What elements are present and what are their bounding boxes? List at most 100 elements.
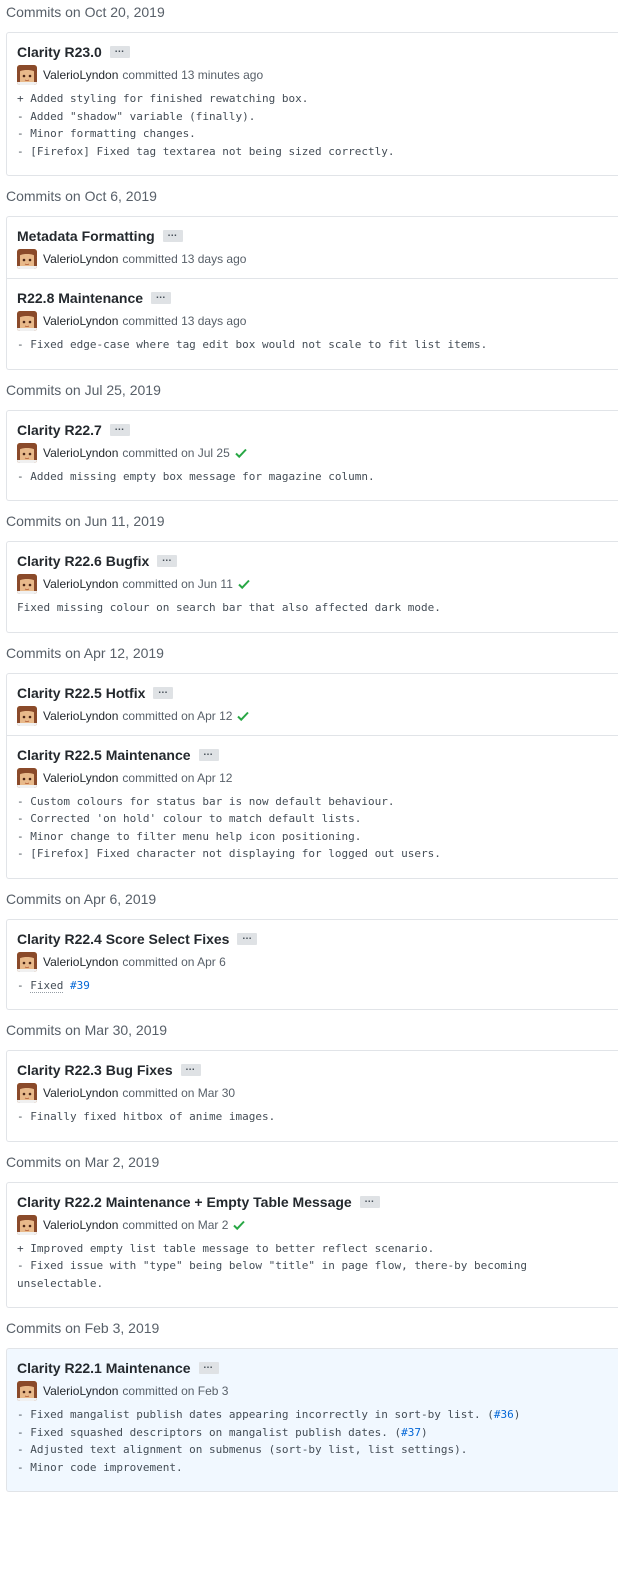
group-date-header: Commits on Oct 20, 2019 [6, 4, 165, 20]
expand-message-button[interactable]: … [198, 747, 219, 761]
author-link[interactable]: ValerioLyndon [43, 252, 118, 266]
commit-title-link[interactable]: Metadata Formatting [17, 228, 155, 244]
commit-description: - Fixed edge-case where tag edit box wou… [17, 338, 488, 351]
author-link[interactable]: ValerioLyndon [43, 314, 118, 328]
commit-meta: ValerioLyndon committed on Jul 25 [17, 442, 616, 464]
expand-message-button[interactable]: … [198, 1361, 219, 1374]
commit-item: Clarity R22.4 Score Select Fixes … Valerio… [7, 920, 618, 1010]
author-link[interactable]: ValerioLyndon [43, 1086, 118, 1100]
check-icon[interactable] [235, 447, 247, 459]
commit-title-link[interactable]: Clarity R22.5 Maintenance [17, 747, 191, 763]
commit-meta: ValerioLyndon committed 13 days ago [17, 310, 616, 332]
author-link[interactable]: ValerioLyndon [43, 771, 118, 785]
commit-meta: ValerioLyndon committed on Apr 12 [17, 705, 616, 727]
commit-title-row: Clarity R22.7 … [17, 420, 616, 440]
commit-title-link[interactable]: Clarity R22.1 Maintenance [17, 1360, 191, 1376]
commit-title-link[interactable]: Clarity R22.3 Bug Fixes [17, 1062, 173, 1078]
expand-message-button[interactable]: … [109, 45, 130, 58]
description-text [63, 979, 70, 992]
commit-title-link[interactable]: Clarity R22.6 Bugfix [17, 553, 149, 569]
author-link[interactable]: ValerioLyndon [43, 446, 118, 460]
commit-description: - Custom colours for status bar is now d… [17, 794, 441, 861]
group-date-header: Commits on Feb 3, 2019 [6, 1320, 160, 1336]
issue-link[interactable]: #37 [401, 1426, 421, 1439]
commit-title-link[interactable]: Clarity R22.7 [17, 422, 102, 438]
avatar[interactable] [17, 249, 37, 269]
issue-link[interactable]: #36 [494, 1408, 514, 1421]
commit-list-box: Clarity R22.1 Maintenance … ValerioLyndon c… [6, 1348, 618, 1492]
commit-group: Commits on Feb 3, 2019 Clarity R22.1 Main… [0, 1316, 618, 1492]
commit-item: Clarity R22.5 Maintenance … ValerioLyndon c… [7, 734, 618, 878]
commit-time: committed 13 minutes ago [122, 68, 264, 82]
commit-meta: ValerioLyndon committed on Apr 6 [17, 951, 616, 973]
commit-group: Commits on Oct 6, 2019 Metadata Formattin… [0, 184, 618, 370]
author-link[interactable]: ValerioLyndon [43, 1218, 118, 1232]
commit-list-box: Clarity R23.0 … ValerioLyndon committed 13 … [6, 32, 618, 176]
group-date-header: Commits on Oct 6, 2019 [6, 188, 157, 204]
expand-message-button[interactable]: … [359, 1194, 380, 1208]
author-link[interactable]: ValerioLyndon [43, 68, 118, 82]
author-link[interactable]: ValerioLyndon [43, 1384, 118, 1398]
issue-link[interactable]: #39 [70, 979, 90, 992]
commit-list-box: Metadata Formatting … ValerioLyndon committ… [6, 216, 618, 370]
check-icon[interactable] [237, 710, 250, 722]
commit-item: Clarity R22.6 Bugfix … ValerioLyndon commit… [7, 542, 618, 632]
avatar[interactable] [17, 442, 37, 463]
commit-time: committed on Apr 12 [122, 708, 233, 723]
description-text: - Adjusted text alignment on submenus (s… [17, 1443, 468, 1456]
author-link[interactable]: ValerioLyndon [43, 577, 118, 591]
commit-description: + Improved empty list table message to b… [17, 1241, 527, 1290]
description-text: Fixed [30, 978, 64, 993]
commit-item: Clarity R22.1 Maintenance … ValerioLyndon c… [7, 1349, 618, 1491]
commit-title-link[interactable]: Clarity R23.0 [17, 44, 102, 60]
commit-group: Commits on Oct 20, 2019 Clarity R23.0 … Val… [0, 0, 618, 176]
commit-title-link[interactable]: Clarity R22.2 Maintenance + Empty Table … [17, 1194, 352, 1210]
commit-description: - Added missing empty box message for ma… [17, 469, 375, 483]
expand-message-button[interactable]: … [162, 229, 183, 242]
avatar[interactable] [17, 951, 37, 972]
commit-group: Commits on Jun 11, 2019 Clarity R22.6 Bug… [0, 509, 618, 633]
commit-title-link[interactable]: R22.8 Maintenance [17, 290, 143, 306]
commit-item: Clarity R23.0 … ValerioLyndon committed 13 … [7, 33, 618, 175]
commit-list-box: Clarity R22.6 Bugfix … ValerioLyndon commit… [6, 541, 618, 633]
commit-title-row: Metadata Formatting … [17, 226, 616, 246]
commit-meta: ValerioLyndon committed 13 days ago [17, 248, 616, 270]
check-icon[interactable] [233, 1219, 246, 1231]
avatar[interactable] [17, 65, 37, 85]
avatar[interactable] [17, 311, 37, 331]
avatar[interactable] [17, 574, 37, 594]
expand-message-button[interactable]: … [157, 554, 178, 567]
commit-meta: ValerioLyndon committed on Mar 2 [17, 1214, 616, 1236]
commit-title-link[interactable]: Clarity R22.5 Hotfix [17, 685, 145, 701]
commit-description: - Fixed #39 [17, 977, 616, 995]
check-icon[interactable] [238, 578, 250, 590]
expand-message-button[interactable]: … [180, 1063, 201, 1076]
description-text: - Fixed squashed descriptors on mangalis… [17, 1425, 402, 1439]
expand-message-button[interactable]: … [153, 685, 174, 699]
expand-message-button[interactable]: … [109, 422, 130, 436]
description-text: - Fixed mangalist publish dates appearin… [17, 1408, 494, 1421]
commit-time: committed on Mar 2 [122, 1217, 229, 1232]
avatar[interactable] [17, 767, 37, 788]
commit-time: committed on Feb 3 [122, 1384, 229, 1398]
expand-message-button[interactable]: … [151, 291, 172, 304]
commit-item: Clarity R22.3 Bug Fixes … ValerioLyndon com… [7, 1051, 618, 1141]
commit-meta: ValerioLyndon committed 13 minutes ago [17, 64, 616, 86]
commit-time: committed on Apr 12 [122, 770, 233, 785]
commit-meta: ValerioLyndon committed on Feb 3 [17, 1380, 616, 1402]
commit-item: Clarity R22.7 … ValerioLyndon committed on … [7, 411, 618, 501]
commit-item: R22.8 Maintenance … ValerioLyndon committed… [7, 278, 618, 369]
commit-group: Commits on Mar 2, 2019 Clarity R22.2 Main… [0, 1150, 618, 1308]
commit-list-box: Clarity R22.5 Hotfix … ValerioLyndon commit… [6, 672, 618, 879]
commit-title-link[interactable]: Clarity R22.4 Score Select Fixes [17, 931, 229, 947]
avatar[interactable] [17, 1083, 37, 1103]
avatar[interactable] [17, 705, 37, 726]
author-link[interactable]: ValerioLyndon [43, 955, 118, 969]
commit-title-row: Clarity R23.0 … [17, 42, 616, 62]
avatar[interactable] [17, 1381, 37, 1401]
commit-title-row: Clarity R22.5 Hotfix … [17, 683, 616, 703]
expand-message-button[interactable]: … [237, 931, 258, 945]
author-link[interactable]: ValerioLyndon [43, 709, 118, 723]
description-text: ) [420, 1425, 428, 1439]
avatar[interactable] [17, 1214, 37, 1235]
